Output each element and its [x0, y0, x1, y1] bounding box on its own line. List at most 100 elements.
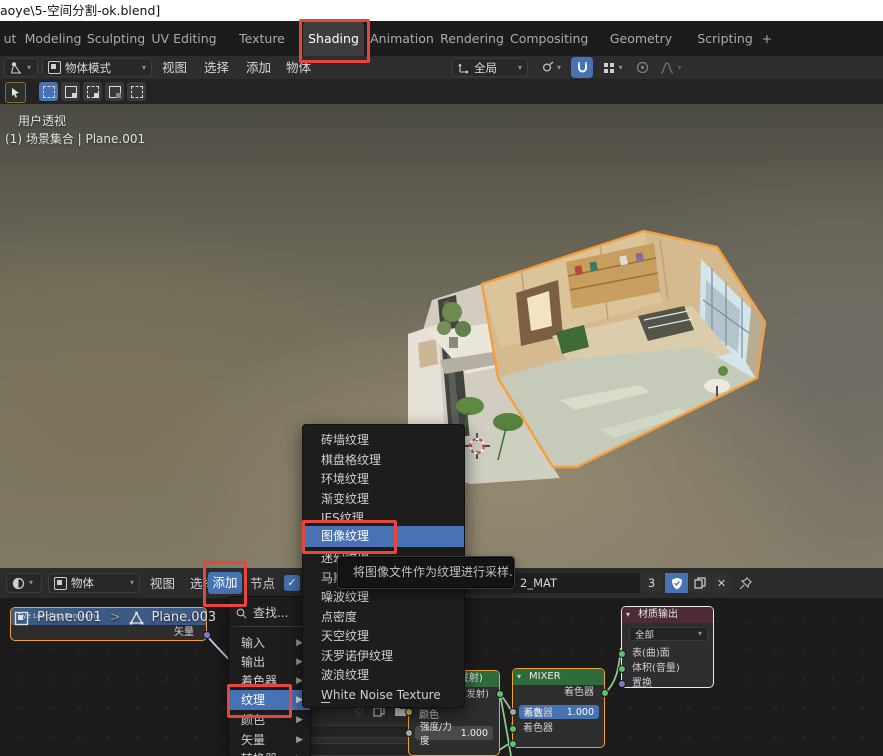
unlink-material-button[interactable]: ✕ [712, 573, 731, 593]
select-extend-tool[interactable] [61, 82, 80, 101]
filename-text: aoye\5-空间分割-ok.blend] [0, 3, 160, 18]
breadcrumb-separator: > [110, 608, 121, 628]
proportional-falloff-dropdown[interactable]: ▾ [654, 58, 688, 77]
select-box-tool[interactable] [39, 82, 58, 101]
menu-musgrave-texture[interactable]: 马斯格雷夫纹理 [303, 568, 341, 588]
add-menu-input[interactable]: 输入▶ [229, 633, 310, 653]
tab-animation[interactable]: Animation [370, 21, 434, 56]
tab-compositing[interactable]: Compositing [510, 21, 586, 56]
volume-input-socket[interactable] [618, 665, 626, 673]
add-menu-output[interactable]: 输出▶ [229, 652, 310, 672]
menu-search-item[interactable]: 查找... [229, 603, 310, 623]
add-node-menu: 查找... 输入▶ 输出▶ 着色器▶ 纹理▶ 颜色▶ 矢量▶ 转换器▶ [228, 596, 311, 756]
displacement-input-socket[interactable] [618, 680, 626, 688]
snap-target-dropdown[interactable]: ▾ [533, 58, 569, 77]
menu-image-texture[interactable]: 图像纹理 [303, 526, 464, 547]
menu-white-noise-texture[interactable]: White Noise Texture [303, 685, 464, 705]
tab-rendering[interactable]: Rendering [440, 21, 504, 56]
mix-shader-node[interactable]: ▾MIXER 着色器 系数 1.000 着色器 着色器 [512, 668, 605, 748]
shader-menu-view[interactable]: 视图 [150, 572, 175, 595]
tab-shading[interactable]: Shading [303, 21, 364, 56]
grid-dots-icon [603, 62, 615, 74]
emission-output-socket[interactable] [496, 690, 504, 698]
tooltip: 将图像文件作为纹理进行采样. [338, 557, 514, 588]
menu-brick-texture[interactable]: 砖墙纹理 [303, 430, 464, 450]
add-menu-shader[interactable]: 着色器▶ [229, 671, 310, 691]
object-icon [14, 611, 29, 626]
active-tool-button[interactable] [5, 82, 26, 103]
menu-voronoi-texture[interactable]: 沃罗诺伊纹理 [303, 646, 464, 666]
surface-input-socket[interactable] [618, 650, 626, 658]
menu-ies-texture[interactable]: IES纹理 [303, 508, 464, 528]
select-difference-tool[interactable] [105, 82, 124, 101]
mesh-data-icon [129, 611, 144, 626]
menu-noise-texture[interactable]: 噪波纹理 [303, 587, 464, 607]
material-name-field[interactable]: 2_MAT [513, 573, 640, 593]
mixer-node-title: MIXER [529, 671, 561, 682]
shader-menu-add[interactable]: 添加 [208, 572, 242, 594]
fake-user-toggle[interactable] [665, 573, 688, 593]
tab-geometry-nodes[interactable]: Geometry Nodes [592, 21, 690, 56]
shield-icon [671, 577, 683, 590]
emission-strength-field[interactable]: 强度/力度 1.000 [415, 726, 493, 740]
shader-editor-type-button[interactable]: ▾ [6, 573, 42, 593]
add-menu-color[interactable]: 颜色▶ [229, 710, 310, 730]
menu-environment-texture[interactable]: 环境纹理 [303, 469, 464, 489]
editor-type-button[interactable]: ▾ [4, 58, 38, 77]
tab-scripting[interactable]: Scripting [696, 21, 754, 56]
mixer-output-label: 着色器 [564, 687, 594, 698]
tab-sculpting[interactable]: Sculpting [86, 21, 146, 56]
use-nodes-checkbox[interactable]: ✓ [284, 575, 300, 591]
tweak-cursor-icon [10, 87, 21, 98]
snap-elements-dropdown[interactable]: ▾ [596, 58, 630, 77]
shader-editor-icon [12, 577, 25, 590]
mixer-input2-socket[interactable] [509, 740, 517, 748]
add-workspace-button[interactable]: + [758, 21, 776, 56]
copy-material-button[interactable] [689, 573, 711, 593]
menu-view[interactable]: 视图 [162, 56, 187, 79]
close-icon: ✕ [717, 577, 726, 590]
mode-dropdown[interactable]: 物体模式 ▾ [42, 58, 152, 77]
material-users-count[interactable]: 3 [641, 573, 662, 593]
select-subtract-tool[interactable] [83, 82, 102, 101]
tool-settings-bar [0, 79, 883, 104]
add-menu-vector[interactable]: 矢量▶ [229, 730, 310, 750]
emission-strength-socket[interactable] [405, 729, 413, 737]
proportional-editing-toggle[interactable] [632, 58, 652, 77]
pin-button[interactable] [738, 576, 753, 591]
falloff-curve-icon [660, 62, 674, 74]
window-title: aoye\5-空间分割-ok.blend] [0, 0, 883, 21]
menu-checker-texture[interactable]: 棋盘格纹理 [303, 450, 464, 470]
tab-uv-editing[interactable]: UV Editing [150, 21, 218, 56]
tab-layout[interactable]: ut [0, 21, 20, 56]
material-name: 2_MAT [520, 576, 557, 590]
material-output-node[interactable]: ▾材质输出 全部▾ 表(曲)面 体积(音量) 置换 [621, 606, 714, 688]
volume-input-label: 体积(音量) [632, 663, 680, 674]
menu-object[interactable]: 物体 [286, 56, 311, 79]
menu-point-density[interactable]: 点密度 [303, 607, 464, 627]
select-intersect-tool[interactable] [127, 82, 146, 101]
displacement-input-label: 置换 [632, 678, 652, 689]
menu-select[interactable]: 选择 [204, 56, 229, 79]
shader-menu-node[interactable]: 节点 [250, 572, 275, 595]
transform-orientation-dropdown[interactable]: 全局 ▾ [452, 58, 528, 77]
mapping-output-socket[interactable] [203, 631, 211, 639]
snap-toggle-button[interactable] [571, 57, 593, 78]
shader-mode-dropdown[interactable]: 物体 ▾ [48, 573, 140, 593]
add-menu-converter[interactable]: 转换器▶ [229, 749, 310, 756]
output-target-dropdown[interactable]: 全部▾ [629, 627, 708, 641]
viewport-header: ▾ 物体模式 ▾ 视图 选择 添加 物体 全局 ▾ ▾ ▾ [0, 56, 883, 80]
orientation-icon [458, 62, 470, 74]
workspace-tab-bar: ut Modeling Sculpting UV Editing Texture… [0, 21, 883, 56]
surface-input-label: 表(曲)面 [632, 648, 670, 659]
menu-sky-texture[interactable]: 天空纹理 [303, 626, 464, 646]
breadcrumb: Plane.001 > Plane.003 [14, 608, 216, 628]
menu-wave-texture[interactable]: 波浪纹理 [303, 665, 464, 685]
menu-add[interactable]: 添加 [246, 56, 271, 79]
menu-gradient-texture[interactable]: 渐变纹理 [303, 489, 464, 509]
mixer-output-socket[interactable] [601, 689, 609, 697]
tab-modeling[interactable]: Modeling [24, 21, 82, 56]
add-menu-texture[interactable]: 纹理▶ [229, 690, 310, 710]
emission-color-socket[interactable] [405, 708, 413, 716]
tab-texture-paint[interactable]: Texture Paint [222, 21, 302, 56]
